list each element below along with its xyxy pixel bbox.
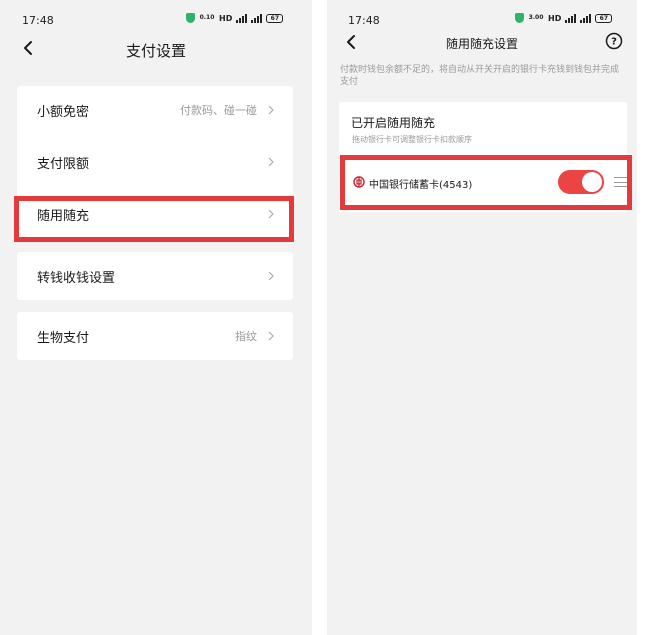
status-bar: 17:48 0.10 HD 67 xyxy=(0,0,312,30)
chevron-right-icon xyxy=(268,157,274,167)
battery-icon: 67 xyxy=(266,13,284,23)
section-title: 已开启随用随充 xyxy=(351,116,436,130)
status-time: 17:48 xyxy=(348,14,380,27)
section-subtitle: 拖动银行卡可调整银行卡扣款顺序 xyxy=(352,135,472,144)
chevron-right-icon xyxy=(268,271,274,281)
status-icons: 3.00 HD 67 xyxy=(515,13,613,23)
left-screen-payment-settings: 17:48 0.10 HD 67 支付设置 小额免密 付款码、碰一碰 支付限额 … xyxy=(0,0,312,635)
page-title: 支付设置 xyxy=(125,42,186,60)
shield-icon xyxy=(515,13,524,23)
network-speed: 3.00 xyxy=(528,14,544,21)
settings-item-label: 生物支付 xyxy=(37,330,90,346)
topup-tip-text: 付款时钱包余额不足的，将自动从开关开启的银行卡充钱到钱包并完成支付 xyxy=(340,65,620,87)
settings-item-value: 付款码、碰一碰 xyxy=(180,104,257,117)
settings-item-label: 随用随充 xyxy=(37,208,90,224)
right-screen-auto-topup-settings: 17:48 3.00 HD 67 随用随充设置 ? 付款时钱包余额不足的，将自动… xyxy=(327,0,637,635)
settings-item-transfer-settings[interactable]: 转钱收钱设置 xyxy=(17,256,293,296)
status-time: 17:48 xyxy=(22,14,54,27)
hd-badge: HD xyxy=(548,13,562,23)
settings-item-payment-limit[interactable]: 支付限额 xyxy=(17,142,293,182)
network-speed: 0.10 xyxy=(199,14,215,21)
status-bar: 17:48 3.00 HD 67 xyxy=(327,0,637,30)
settings-card-biometric: 生物支付 指纹 xyxy=(17,312,293,360)
settings-card-transfer: 转钱收钱设置 xyxy=(17,252,293,300)
status-icons: 0.10 HD 67 xyxy=(186,13,284,23)
settings-item-biometric-payment[interactable]: 生物支付 指纹 xyxy=(17,316,293,356)
bank-card-label: 中国银行储蓄卡(4543) xyxy=(369,180,473,191)
bank-card-row[interactable]: 中国银行储蓄卡(4543) xyxy=(339,160,627,204)
signal-icon xyxy=(565,13,577,23)
bank-of-china-icon xyxy=(353,176,365,188)
chevron-right-icon xyxy=(268,331,274,341)
page-title: 随用随充设置 xyxy=(445,37,518,51)
settings-item-small-no-password[interactable]: 小额免密 付款码、碰一碰 xyxy=(17,90,293,130)
hd-badge: HD xyxy=(219,13,233,23)
signal-icon xyxy=(236,13,248,23)
chevron-right-icon xyxy=(268,209,274,219)
auto-topup-toggle[interactable] xyxy=(558,170,604,194)
nav-bar: 支付设置 xyxy=(0,30,312,66)
battery-icon: 67 xyxy=(595,13,613,23)
settings-item-label: 转钱收钱设置 xyxy=(37,270,116,286)
signal-icon xyxy=(580,13,592,23)
nav-bar: 随用随充设置 ? xyxy=(327,30,637,66)
settings-item-label: 支付限额 xyxy=(37,156,90,172)
settings-item-label: 小额免密 xyxy=(37,104,90,120)
shield-icon xyxy=(186,13,195,23)
chevron-right-icon xyxy=(268,105,274,115)
settings-item-auto-topup[interactable]: 随用随充 xyxy=(17,194,293,234)
signal-icon xyxy=(251,13,263,23)
help-icon[interactable]: ? xyxy=(605,32,623,50)
svg-text:?: ? xyxy=(611,37,617,48)
drag-handle-icon[interactable] xyxy=(614,175,627,189)
settings-item-value: 指纹 xyxy=(235,330,257,343)
settings-card-payment: 小额免密 付款码、碰一碰 支付限额 随用随充 xyxy=(17,86,293,242)
toggle-knob xyxy=(582,172,602,192)
enabled-cards-panel: 已开启随用随充 拖动银行卡可调整银行卡扣款顺序 中国银行储蓄卡(4543) xyxy=(339,102,627,212)
